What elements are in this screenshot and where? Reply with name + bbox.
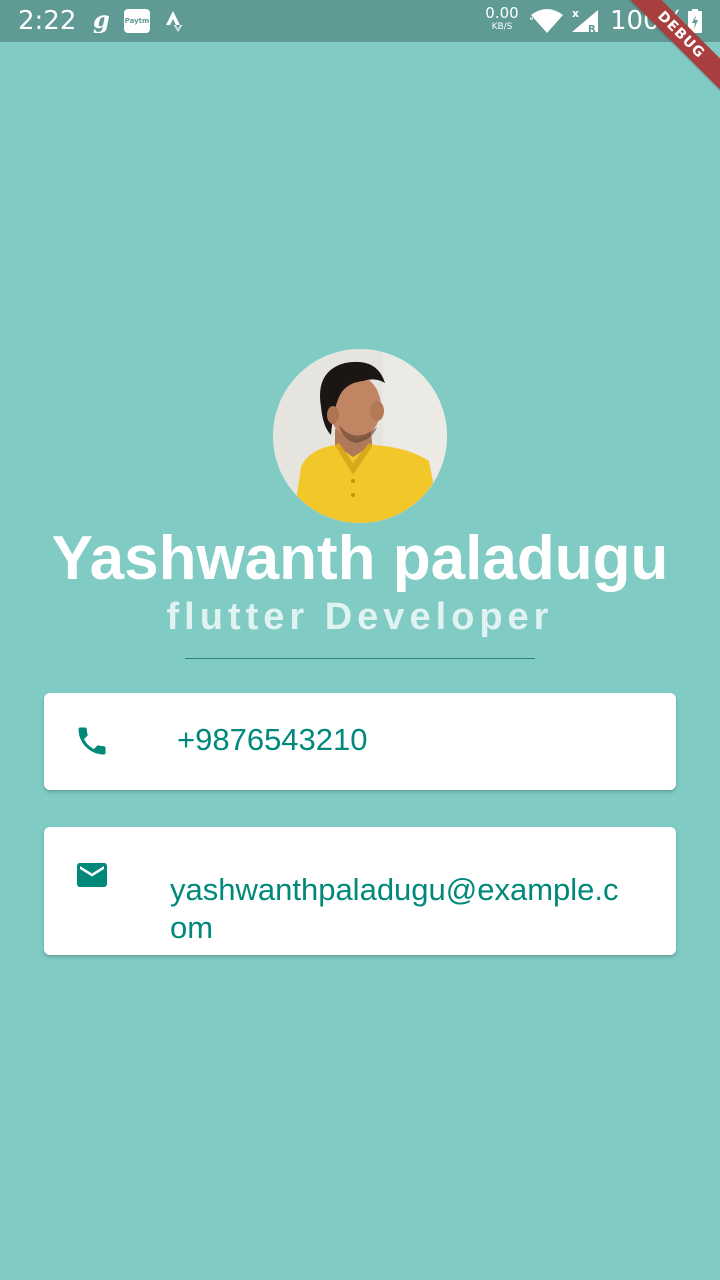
paytm-icon: Paytm (124, 9, 150, 33)
profile-name: Yashwanth paladugu (51, 524, 669, 593)
wifi-icon (529, 8, 564, 39)
email-address: yashwanthpaladugu@example.com (170, 872, 619, 945)
divider (185, 658, 535, 659)
net-speed: 0.00 KB/S (484, 5, 520, 33)
net-speed-unit: KB/S (491, 22, 513, 32)
phone-icon (74, 723, 110, 764)
g-app-icon: g (92, 5, 110, 38)
phone-number: +9876543210 (177, 722, 368, 757)
email-card[interactable]: yashwanthpaladugu@example.com (44, 827, 676, 955)
net-speed-value: 0.00 (485, 4, 519, 22)
avatar (273, 349, 447, 523)
strava-icon (164, 10, 184, 37)
profile-title: flutter Developer (166, 596, 554, 638)
status-bar: 2:22 g Paytm 0.00 KB/S x R 100% (0, 0, 720, 42)
status-time: 2:22 (18, 6, 77, 36)
phone-card[interactable]: +9876543210 (44, 693, 676, 790)
svg-text:R: R (588, 24, 596, 34)
app-screen: 2:22 g Paytm 0.00 KB/S x R 100% DEBUG Ya… (0, 0, 720, 1280)
mail-icon (74, 857, 110, 898)
svg-text:x: x (572, 7, 579, 20)
svg-text:g: g (93, 7, 110, 33)
signal-icon: x R (570, 6, 600, 39)
